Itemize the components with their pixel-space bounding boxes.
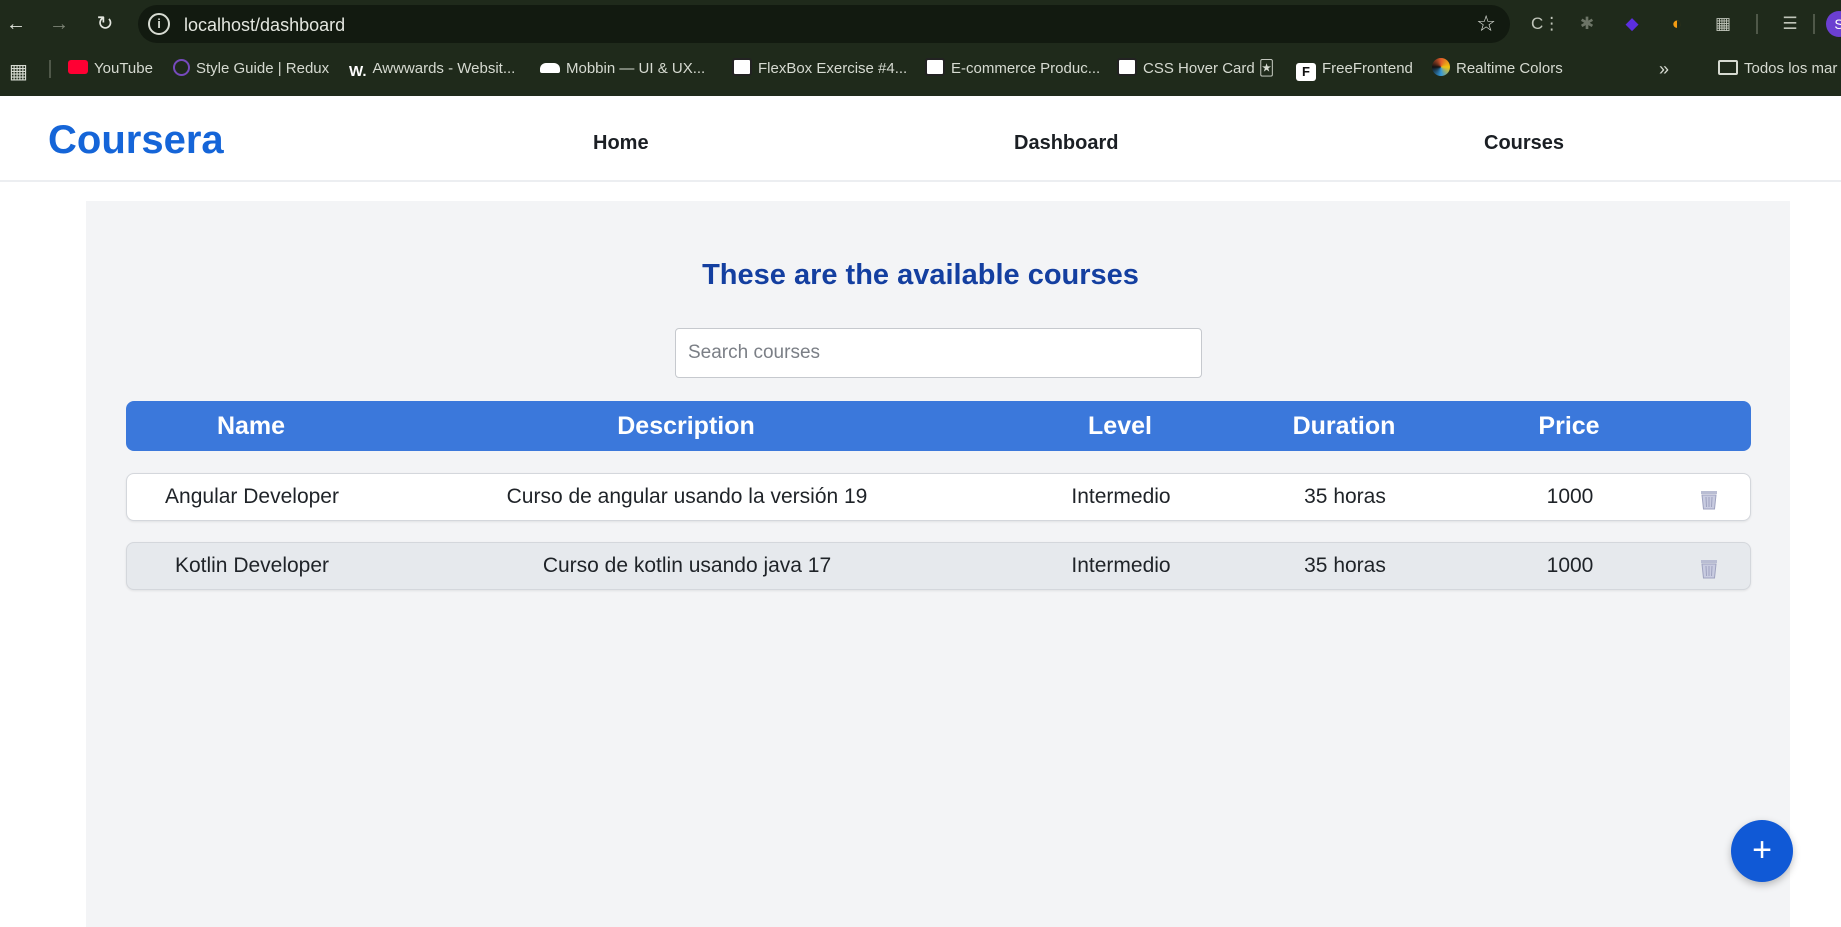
bookmark-label: Mobbin — UI & UX... [566,60,706,77]
bookmark-realtime-colors[interactable]: Realtime Colors [1432,58,1563,80]
bookmark-label: FlexBox Exercise #4... [758,60,908,77]
extensions-puzzle-icon[interactable]: ▦ [1711,12,1735,36]
browser-toolbar: ← → ↻ i localhost/dashboard ☆ C⋮ ✱ ◆ ◐ ▦… [0,0,1841,48]
site-header: Coursera Home Dashboard Courses [0,96,1841,182]
column-header-duration: Duration [1292,412,1396,440]
profile-avatar[interactable]: S [1826,11,1841,37]
back-icon[interactable]: ← [4,12,28,36]
trash-icon[interactable] [1698,557,1720,579]
freefrontend-icon: F [1296,63,1316,81]
extension-cube-icon[interactable]: ◆ [1620,12,1644,36]
cell-duration: 35 horas [1304,485,1386,508]
address-bar[interactable]: i localhost/dashboard ☆ [138,5,1510,43]
bookmark-flexbox[interactable]: FlexBox Exercise #4... [732,58,907,80]
nav-courses[interactable]: Courses [1484,132,1564,155]
column-header-level: Level [1088,412,1152,440]
site-logo[interactable]: Coursera [48,118,224,163]
toolbar-divider [1756,14,1758,34]
cell-name: Angular Developer [165,485,339,508]
bookmark-hover-card[interactable]: CSS Hover Card 🃏 [1117,58,1274,80]
codepen-icon [1117,58,1137,76]
awwwards-icon: W. [349,63,367,80]
column-header-description: Description [617,412,755,440]
bookmark-star-icon[interactable]: ☆ [1476,11,1496,37]
trash-icon[interactable] [1698,488,1720,510]
cell-description: Curso de angular usando la versión 19 [506,485,868,508]
cell-name: Kotlin Developer [174,554,330,577]
table-row[interactable]: Angular Developer Curso de angular usand… [126,473,1751,521]
cell-duration: 35 horas [1304,554,1386,577]
url-text[interactable]: localhost/dashboard [184,15,345,36]
bookmark-label: FreeFrontend [1322,60,1413,77]
bookmark-label: Awwwards - Websit... [372,60,516,77]
add-course-button[interactable]: + [1731,820,1793,882]
column-header-name: Name [216,412,286,440]
bookmark-label: Style Guide | Redux [196,60,330,77]
bookmark-folder-all[interactable]: Todos los mar [1718,58,1837,80]
codepen-icon [732,58,752,76]
media-queue-icon[interactable]: ☰ [1778,12,1802,36]
bookmarks-overflow-icon[interactable]: » [1659,58,1669,80]
nav-home[interactable]: Home [593,132,649,155]
page-title: These are the available courses [702,259,1139,291]
bookmark-youtube[interactable]: YouTube [68,58,153,80]
bookmark-ecommerce[interactable]: E-commerce Produc... [925,58,1100,80]
realtime-colors-icon [1432,58,1450,76]
bookmark-freefrontend[interactable]: F FreeFrontend [1296,58,1413,81]
nav-dashboard[interactable]: Dashboard [1014,132,1118,155]
bookmark-redux[interactable]: Style Guide | Redux [173,58,329,80]
reload-icon[interactable]: ↻ [93,12,117,36]
search-input[interactable] [675,328,1202,378]
cell-price: 1000 [1546,554,1594,577]
toolbar-divider [1813,14,1815,34]
bookmark-label: CSS Hover Card 🃏 [1143,60,1275,77]
bookmark-label: Todos los mar [1744,60,1838,77]
table-row[interactable]: Kotlin Developer Curso de kotlin usando … [126,542,1751,590]
bookmark-mobbin[interactable]: Mobbin — UI & UX... [540,58,705,80]
cell-description: Curso de kotlin usando java 17 [542,554,832,577]
bookmark-label: Realtime Colors [1456,60,1563,77]
browser-chrome: ← → ↻ i localhost/dashboard ☆ C⋮ ✱ ◆ ◐ ▦… [0,0,1841,96]
bookmark-label: YouTube [94,60,153,77]
extension-half-circle-icon[interactable]: ◐ [1665,12,1689,36]
mobbin-icon [540,63,560,73]
extension-bug-icon[interactable]: ✱ [1575,12,1599,36]
cell-level: Intermedio [1071,485,1171,508]
bookmarks-bar: YouTube Style Guide | Redux W. Awwwards -… [0,54,1841,84]
folder-icon [1718,60,1738,75]
site-info-icon[interactable]: i [148,13,170,35]
redux-icon [173,59,190,76]
page: Coursera Home Dashboard Courses These ar… [0,96,1841,927]
bookmark-awwwards[interactable]: W. Awwwards - Websit... [349,58,515,80]
codepen-icon [925,58,945,76]
column-header-price: Price [1538,412,1600,440]
forward-icon[interactable]: → [47,12,71,36]
cell-level: Intermedio [1071,554,1171,577]
extension-cursor-icon[interactable]: C⋮ [1531,12,1560,36]
cell-price: 1000 [1546,485,1594,508]
table-header: Name Description Level Duration Price [126,401,1751,451]
bookmark-label: E-commerce Produc... [951,60,1101,77]
youtube-icon [68,60,88,74]
